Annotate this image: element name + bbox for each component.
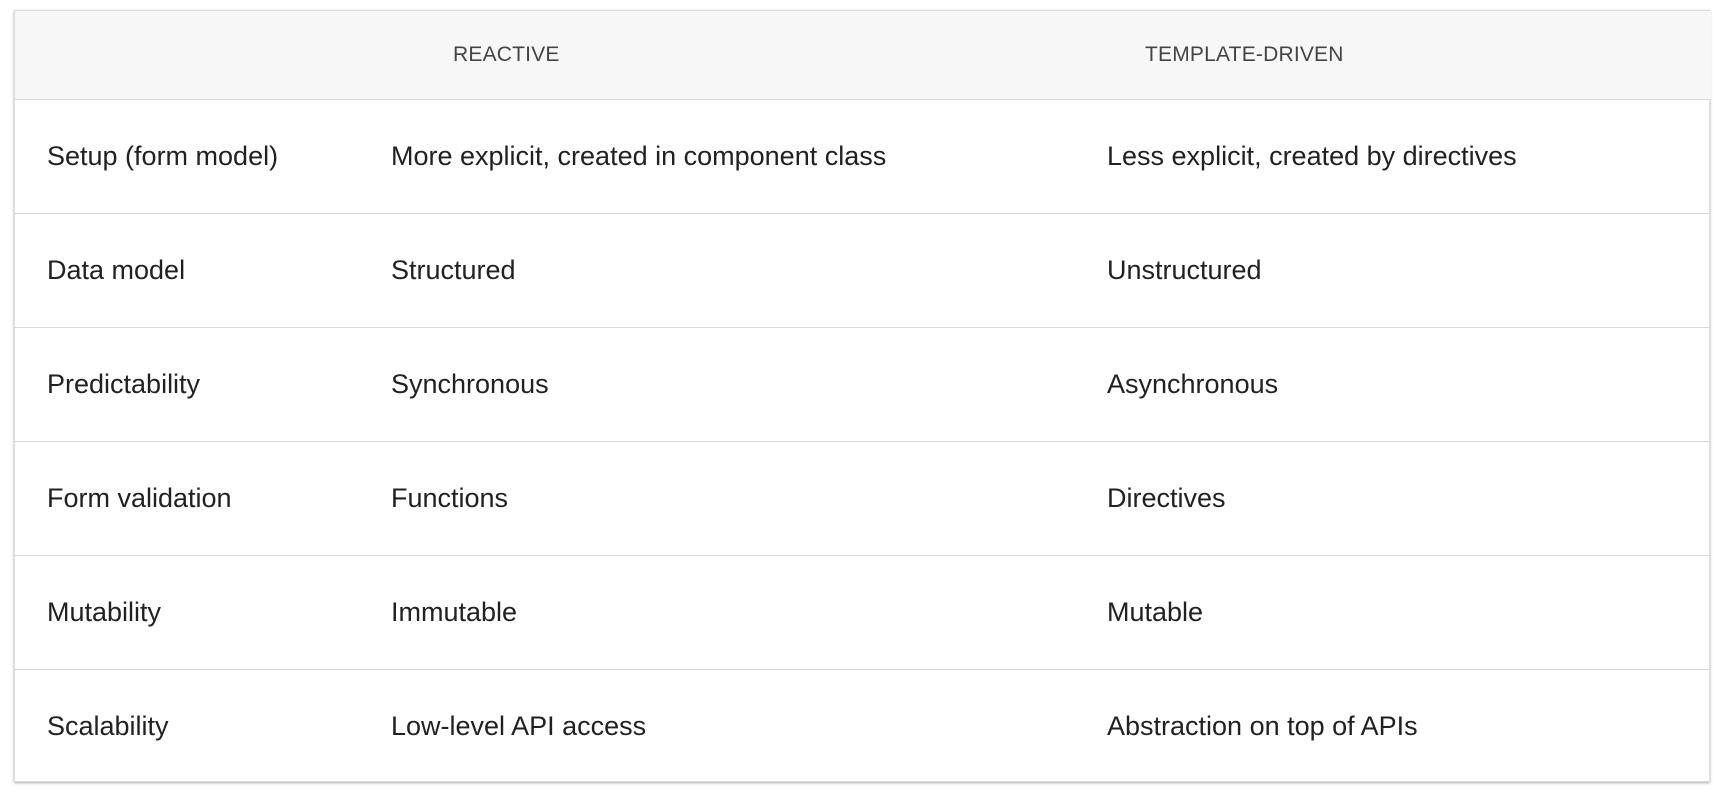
row-feature-cell: Predictability	[15, 327, 391, 442]
comparison-table: REACTIVE TEMPLATE-DRIVEN Setup (form mod…	[15, 11, 1711, 783]
row-feature-cell: Mutability	[15, 555, 391, 670]
row-template-cell: Unstructured	[1107, 213, 1711, 328]
row-reactive-cell: Structured	[391, 213, 1107, 328]
row-template-cell: Directives	[1107, 441, 1711, 556]
row-reactive-cell: Low-level API access	[391, 710, 647, 741]
table-header: REACTIVE TEMPLATE-DRIVEN	[15, 11, 1711, 100]
row-feature-cell: Scalability	[47, 710, 169, 741]
table-row: Scalability Low-level API access Abstrac…	[15, 669, 1711, 783]
row-template-cell: Asynchronous	[1107, 327, 1711, 442]
table-row: Setup (form model) More explicit, create…	[15, 99, 1711, 214]
header-reactive: REACTIVE	[391, 11, 1107, 100]
row-reactive-cell: More explicit, created in component clas…	[391, 99, 1107, 214]
row-feature-cell: Form validation	[15, 441, 391, 556]
table-row: Data model Structured Unstructured	[15, 213, 1711, 328]
header-row: REACTIVE TEMPLATE-DRIVEN	[15, 11, 1711, 100]
row-template-cell: Abstraction on top of APIs	[1107, 710, 1418, 741]
table-row: Form validation Functions Directives	[15, 441, 1711, 556]
comparison-table-card: REACTIVE TEMPLATE-DRIVEN Setup (form mod…	[14, 10, 1711, 783]
row-feature-cell: Setup (form model)	[15, 99, 391, 214]
header-template-driven: TEMPLATE-DRIVEN	[1107, 11, 1711, 100]
table-row: Predictability Synchronous Asynchronous	[15, 327, 1711, 442]
table-body: Setup (form model) More explicit, create…	[15, 99, 1711, 783]
row-template-cell: Less explicit, created by directives	[1107, 99, 1711, 214]
row-reactive-cell: Synchronous	[391, 327, 1107, 442]
header-feature	[15, 11, 391, 100]
row-template-cell: Mutable	[1107, 555, 1711, 670]
row-reactive-cell: Immutable	[391, 555, 1107, 670]
table-row: Mutability Immutable Mutable	[15, 555, 1711, 670]
row-reactive-cell: Functions	[391, 441, 1107, 556]
row-feature-cell: Data model	[15, 213, 391, 328]
